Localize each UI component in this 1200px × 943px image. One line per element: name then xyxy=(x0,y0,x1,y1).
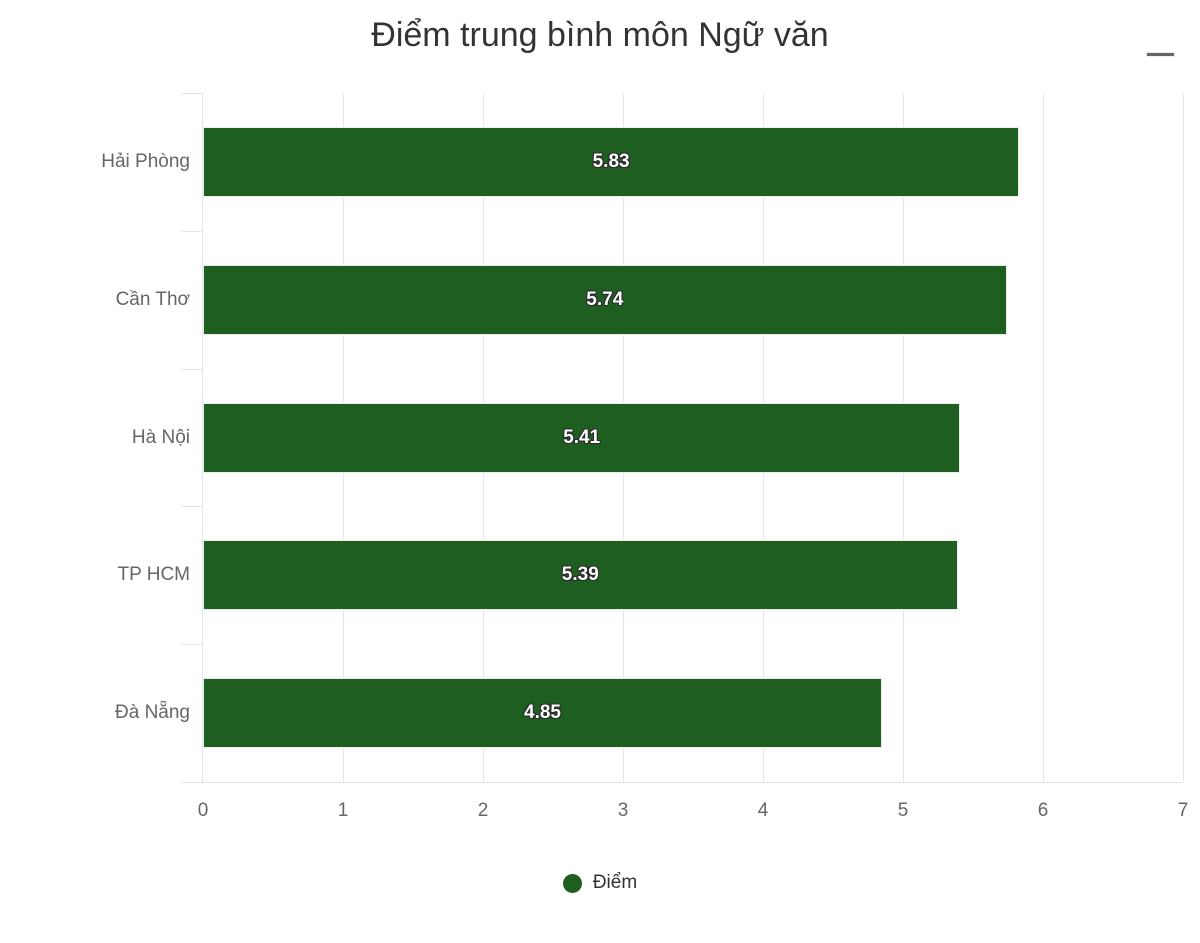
y-axis-label: Cần Thơ xyxy=(115,288,190,310)
legend-item[interactable]: Điểm xyxy=(562,872,638,894)
bar-row: 5.83 xyxy=(203,93,1183,231)
x-axis-tick-label: 3 xyxy=(617,800,629,821)
y-axis-label: TP HCM xyxy=(117,564,190,586)
bar-row: 5.74 xyxy=(203,231,1183,369)
bar-value-label: 5.83 xyxy=(592,151,630,172)
bar-value-label: 5.41 xyxy=(563,426,601,448)
bar-value-label: 5.74 xyxy=(586,288,624,310)
bar-row: 5.39 xyxy=(203,506,1183,644)
legend-marker-icon xyxy=(562,873,582,893)
chart-container: Điểm trung bình môn Ngữ văn 5.83 5.74 5.41… xyxy=(0,0,1200,943)
x-axis-tick-label: 0 xyxy=(197,800,209,821)
x-axis-tick-label: 6 xyxy=(1037,800,1049,821)
gridline-7 xyxy=(1183,93,1184,782)
x-axis-tick-label: 7 xyxy=(1177,800,1189,821)
x-axis-tick-label: 2 xyxy=(477,800,489,821)
x-axis-tick-label: 5 xyxy=(897,800,909,821)
plot-area: 5.83 5.74 5.41 5.39 4.85 xyxy=(203,93,1184,782)
hamburger-bar-3 xyxy=(1146,52,1175,57)
x-axis-tick-label: 4 xyxy=(757,800,769,821)
bar-row: 4.85 xyxy=(203,644,1183,782)
bar-value-label: 5.39 xyxy=(561,564,599,586)
bar-row: 5.41 xyxy=(203,369,1183,507)
hamburger-menu-icon[interactable] xyxy=(1146,18,1182,57)
y-axis-label: Đà Nẵng xyxy=(115,702,190,724)
y-axis-labels: Hải Phòng Cần Thơ Hà Nội TP HCM Đà Nẵng xyxy=(0,0,190,943)
y-axis-label: Hà Nội xyxy=(131,426,190,448)
y-axis-label: Hải Phòng xyxy=(101,150,190,172)
legend-label: Điểm xyxy=(592,872,638,893)
bar-value-label: 4.85 xyxy=(524,702,561,724)
chart-legend: Điểm xyxy=(0,872,1200,894)
x-axis-tick-label: 1 xyxy=(337,800,349,821)
